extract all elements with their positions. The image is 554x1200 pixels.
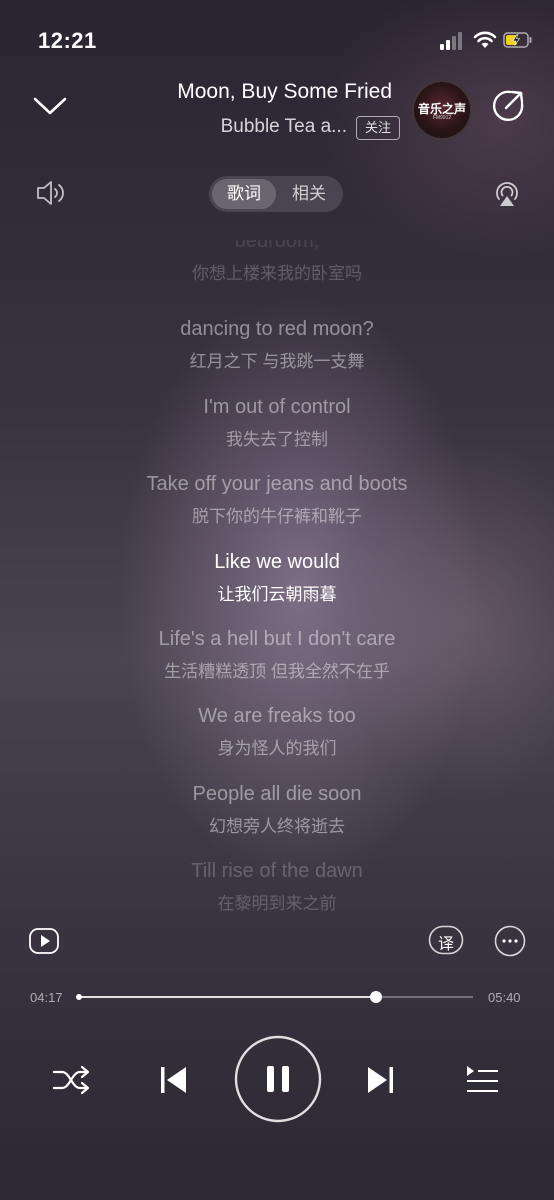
tab-related[interactable]: 相关 <box>278 179 340 209</box>
battery-icon <box>503 32 533 48</box>
lyric-chinese: 在黎明到来之前 <box>217 894 337 913</box>
view-tabs: 歌词 相关 <box>209 176 343 212</box>
lyric-english: bedroom, <box>234 240 320 252</box>
lyric-line[interactable]: Life's a hell but I don't care 生活糟糕透顶 但我… <box>0 628 554 682</box>
progress-slider[interactable] <box>76 991 473 1003</box>
lyric-chinese: 脱下你的牛仔裤和靴子 <box>192 507 362 526</box>
lyric-chinese: 我失去了控制 <box>226 430 328 449</box>
lyric-line[interactable]: People all die soon 幻想旁人终将逝去 <box>0 783 554 837</box>
lyric-line[interactable]: We are freaks too 身为怪人的我们 <box>0 705 554 759</box>
artist-name[interactable]: Bubble Tea a... <box>150 116 347 138</box>
collapse-chevron-down-icon[interactable] <box>33 90 67 122</box>
play-from-line-icon[interactable] <box>28 927 60 955</box>
progress-fill <box>78 996 377 998</box>
lyric-english: dancing to red moon? <box>180 318 374 340</box>
cellular-signal-icon <box>440 32 464 50</box>
lyric-chinese: 身为怪人的我们 <box>217 739 337 758</box>
status-time: 12:21 <box>38 28 97 53</box>
follow-button[interactable]: 关注 <box>356 116 400 140</box>
pause-button[interactable] <box>234 1035 322 1123</box>
progress-knob[interactable] <box>370 991 383 1003</box>
lyric-line[interactable]: dancing to red moon? 红月之下 与我跳一支舞 <box>0 318 554 372</box>
lyric-line-current[interactable]: Like we would 让我们云朝雨暮 <box>0 551 554 605</box>
lyric-chinese: 你想上楼来我的卧室吗 <box>192 264 362 283</box>
lyric-english: We are freaks too <box>198 705 356 727</box>
share-icon[interactable] <box>490 88 526 124</box>
lyric-english: People all die soon <box>192 783 362 805</box>
lyric-english: I'm out of control <box>203 396 351 418</box>
lyric-chinese: 幻想旁人终将逝去 <box>209 817 345 836</box>
lyric-chinese: 让我们云朝雨暮 <box>217 585 337 604</box>
album-art-subtitle: FM9912 <box>432 115 452 121</box>
more-options-icon[interactable] <box>494 925 526 957</box>
playlist-icon[interactable] <box>464 1062 500 1098</box>
tab-lyrics[interactable]: 歌词 <box>212 179 276 209</box>
song-title: Moon, Buy Some Fried <box>177 80 392 103</box>
total-time: 05:40 <box>488 990 521 1005</box>
lyric-line[interactable]: bedroom, 你想上楼来我的卧室吗 <box>0 240 554 284</box>
wifi-icon <box>473 30 497 50</box>
previous-icon[interactable] <box>156 1062 192 1098</box>
lyrics-panel[interactable]: bedroom, 你想上楼来我的卧室吗 dancing to red moon?… <box>0 240 554 920</box>
shuffle-icon[interactable] <box>52 1062 92 1098</box>
airplay-icon[interactable] <box>492 178 522 208</box>
lyric-chinese: 生活糟糕透顶 但我全然不在乎 <box>164 662 390 681</box>
next-icon[interactable] <box>362 1062 398 1098</box>
album-art[interactable]: 音乐之声 FM9912 <box>412 80 472 140</box>
translate-label: 译 <box>437 936 454 953</box>
lyric-chinese: 红月之下 与我跳一支舞 <box>189 352 365 371</box>
lyric-english: Like we would <box>214 551 340 573</box>
lyric-english: Till rise of the dawn <box>191 860 363 882</box>
lyric-line[interactable]: I'm out of control 我失去了控制 <box>0 396 554 450</box>
lyric-english: Take off your jeans and boots <box>146 473 408 495</box>
volume-speaker-icon[interactable] <box>35 178 67 208</box>
lyric-line[interactable]: Take off your jeans and boots 脱下你的牛仔裤和靴子 <box>0 473 554 527</box>
lyric-english: Life's a hell but I don't care <box>158 628 396 650</box>
elapsed-time: 04:17 <box>30 990 63 1005</box>
translate-button[interactable]: 译 <box>428 925 464 955</box>
lyric-line[interactable]: Till rise of the dawn 在黎明到来之前 <box>0 860 554 914</box>
